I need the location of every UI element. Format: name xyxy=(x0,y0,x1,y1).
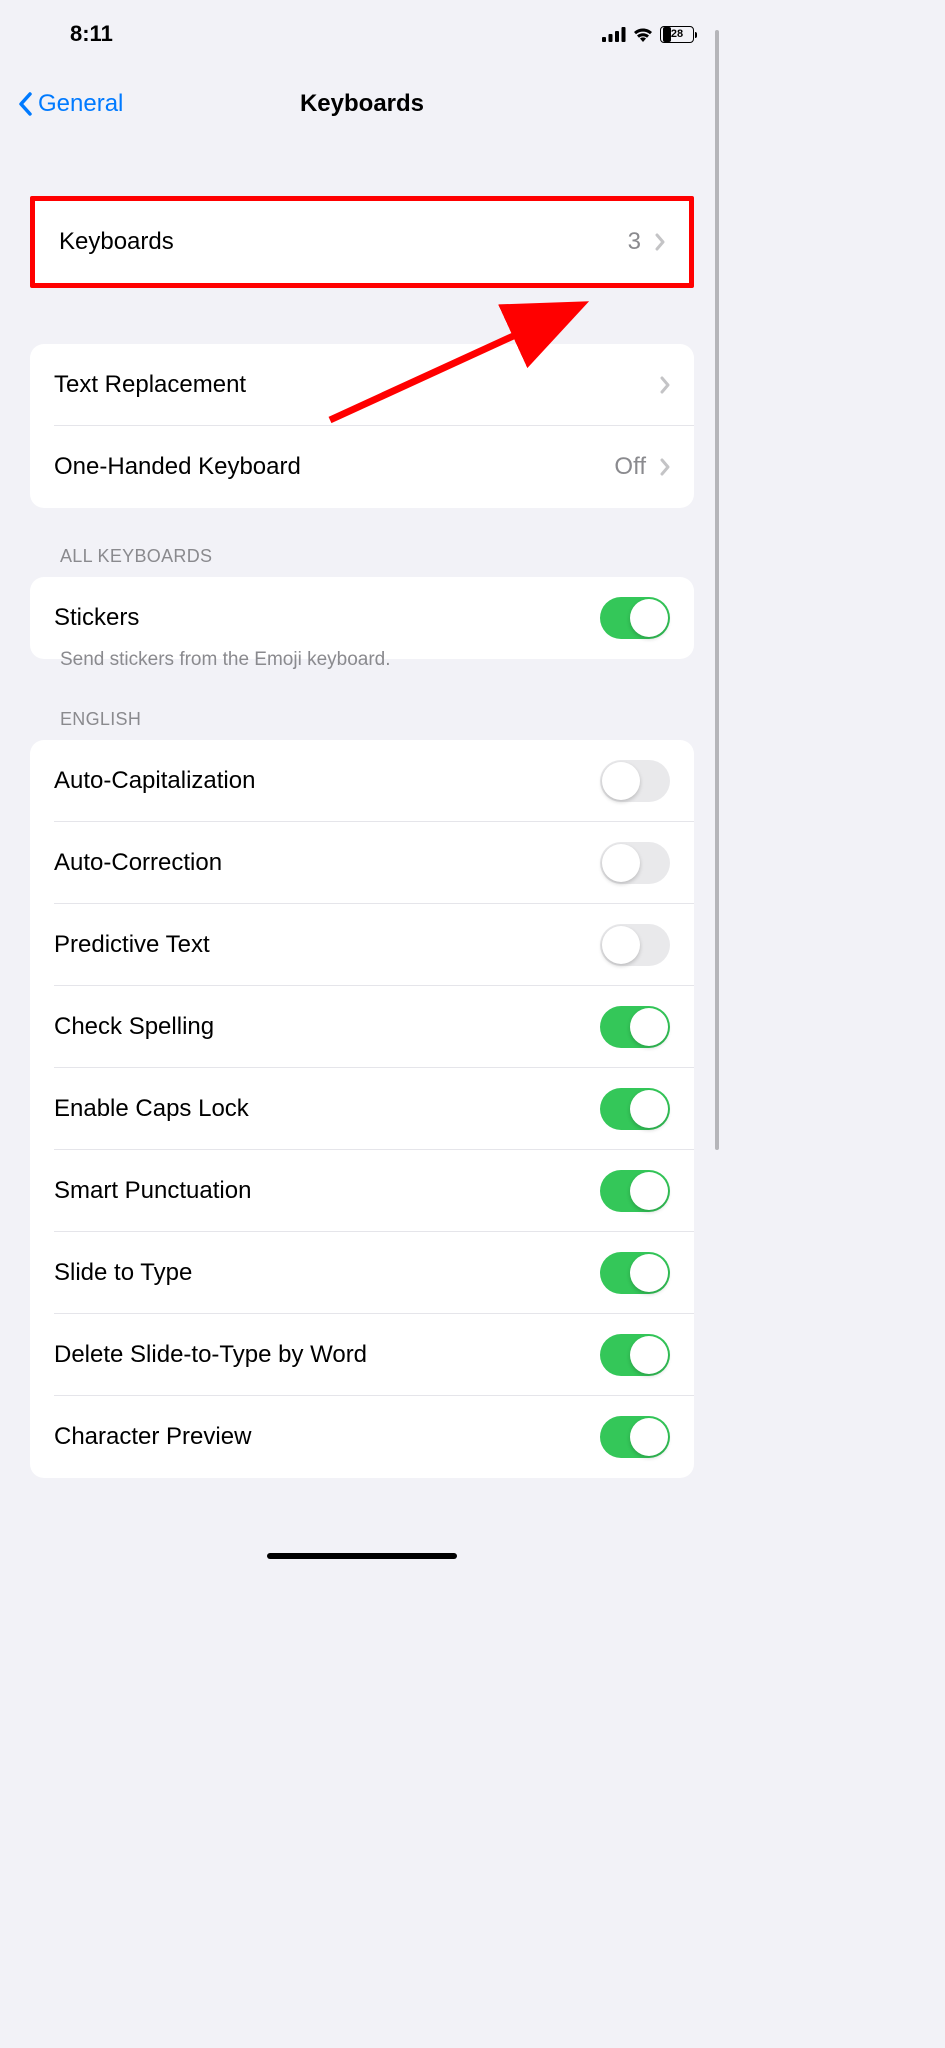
english-group: Auto-Capitalization Auto-Correction Predic… xyxy=(30,740,694,1478)
english-header: ENGLISH xyxy=(30,709,694,740)
delete-slide-to-type-by-word-toggle[interactable] xyxy=(600,1334,670,1376)
check-spelling-label: Check Spelling xyxy=(54,1013,214,1041)
status-icons: 28 xyxy=(602,26,694,43)
chevron-right-icon xyxy=(660,458,670,476)
wifi-icon xyxy=(632,26,654,42)
check-spelling-row: Check Spelling xyxy=(30,986,694,1068)
keyboards-right: 3 xyxy=(628,228,665,256)
smart-punctuation-toggle[interactable] xyxy=(600,1170,670,1212)
auto-capitalization-row: Auto-Capitalization xyxy=(30,740,694,822)
content: Keyboards 3 Text Replacement One-Handed … xyxy=(0,196,724,1478)
back-button[interactable]: General xyxy=(18,90,123,118)
slide-to-type-row: Slide to Type xyxy=(30,1232,694,1314)
home-indicator[interactable] xyxy=(267,1553,457,1559)
predictive-text-toggle[interactable] xyxy=(600,924,670,966)
status-time: 8:11 xyxy=(70,21,113,47)
keyboards-row[interactable]: Keyboards 3 xyxy=(35,201,689,283)
all-keyboards-group: Stickers xyxy=(30,577,694,659)
stickers-toggle[interactable] xyxy=(600,597,670,639)
enable-caps-lock-row: Enable Caps Lock xyxy=(30,1068,694,1150)
enable-caps-lock-label: Enable Caps Lock xyxy=(54,1095,249,1123)
auto-correction-toggle[interactable] xyxy=(600,842,670,884)
cellular-icon xyxy=(602,27,626,42)
one-handed-row[interactable]: One-Handed Keyboard Off xyxy=(30,426,694,508)
nav-bar: General Keyboards xyxy=(0,56,724,152)
slide-to-type-label: Slide to Type xyxy=(54,1259,192,1287)
scrollbar[interactable] xyxy=(715,30,719,1150)
character-preview-toggle[interactable] xyxy=(600,1416,670,1458)
one-handed-label: One-Handed Keyboard xyxy=(54,453,301,481)
auto-capitalization-label: Auto-Capitalization xyxy=(54,767,255,795)
delete-slide-to-type-by-word-row: Delete Slide-to-Type by Word xyxy=(30,1314,694,1396)
stickers-row: Stickers xyxy=(30,577,694,659)
back-label: General xyxy=(38,90,123,118)
text-replacement-label: Text Replacement xyxy=(54,371,246,399)
page-title: Keyboards xyxy=(300,90,424,118)
auto-correction-row: Auto-Correction xyxy=(30,822,694,904)
battery-icon: 28 xyxy=(660,26,694,43)
delete-slide-to-type-by-word-label: Delete Slide-to-Type by Word xyxy=(54,1341,367,1369)
auto-capitalization-toggle[interactable] xyxy=(600,760,670,802)
smart-punctuation-row: Smart Punctuation xyxy=(30,1150,694,1232)
enable-caps-lock-toggle[interactable] xyxy=(600,1088,670,1130)
keyboards-count: 3 xyxy=(628,228,641,256)
status-bar: 8:11 28 xyxy=(0,0,724,56)
keyboards-group: Keyboards 3 xyxy=(30,196,694,288)
predictive-text-label: Predictive Text xyxy=(54,931,210,959)
text-replacement-row[interactable]: Text Replacement xyxy=(30,344,694,426)
check-spelling-toggle[interactable] xyxy=(600,1006,670,1048)
all-keyboards-header: ALL KEYBOARDS xyxy=(30,546,694,577)
text-group: Text Replacement One-Handed Keyboard Off xyxy=(30,344,694,508)
auto-correction-label: Auto-Correction xyxy=(54,849,222,877)
stickers-label: Stickers xyxy=(54,604,139,632)
battery-percent: 28 xyxy=(661,28,693,40)
back-chevron-icon xyxy=(18,92,32,116)
character-preview-row: Character Preview xyxy=(30,1396,694,1478)
keyboards-label: Keyboards xyxy=(59,228,174,256)
character-preview-label: Character Preview xyxy=(54,1423,251,1451)
predictive-text-row: Predictive Text xyxy=(30,904,694,986)
chevron-right-icon xyxy=(660,376,670,394)
slide-to-type-toggle[interactable] xyxy=(600,1252,670,1294)
smart-punctuation-label: Smart Punctuation xyxy=(54,1177,251,1205)
chevron-right-icon xyxy=(655,233,665,251)
one-handed-value: Off xyxy=(614,453,646,481)
